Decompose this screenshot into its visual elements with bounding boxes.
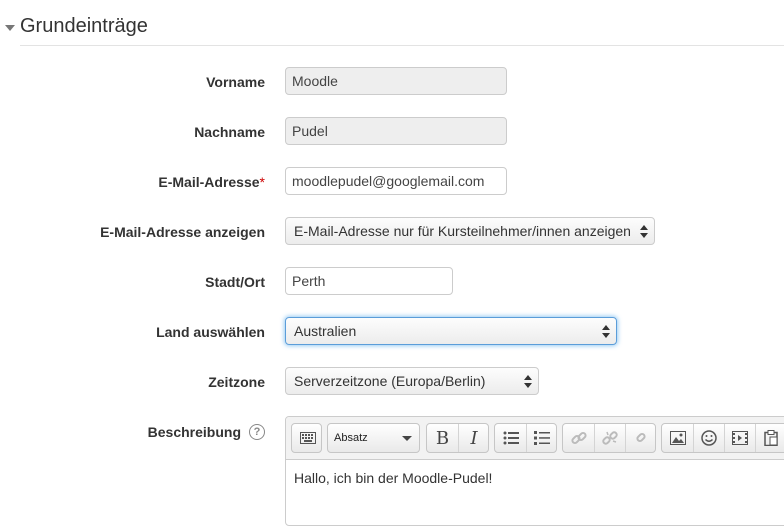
paragraph-style-select[interactable]: Absatz <box>327 423 420 453</box>
maildisplay-label: E-Mail-Adresse anzeigen <box>100 224 265 240</box>
bold-icon[interactable]: B <box>427 424 458 452</box>
paragraph-style-label: Absatz <box>334 432 368 444</box>
country-select[interactable]: Australien <box>285 317 617 345</box>
ordered-list-icon[interactable] <box>526 424 557 452</box>
section-header[interactable]: Grundeinträge <box>0 10 784 46</box>
description-label: Beschreibung <box>147 424 241 440</box>
chevron-down-icon <box>402 436 412 441</box>
maildisplay-selected: E-Mail-Adresse nur für Kursteilnehmer/in… <box>294 223 631 239</box>
media-icon[interactable] <box>724 424 755 452</box>
italic-icon[interactable]: I <box>458 424 489 452</box>
email-label-text: E-Mail-Adresse <box>158 174 260 190</box>
toolbar-group-format: B I <box>426 423 489 453</box>
select-arrows-icon <box>602 325 610 338</box>
required-marker: * <box>259 174 265 190</box>
country-label: Land auswählen <box>156 324 265 340</box>
link-icon[interactable] <box>563 424 594 452</box>
select-arrows-icon <box>640 225 648 238</box>
city-input[interactable]: Perth <box>285 267 453 295</box>
firstname-input[interactable]: Moodle <box>285 67 507 95</box>
lastname-label: Nachname <box>194 124 265 140</box>
paste-icon[interactable] <box>755 424 784 452</box>
description-editor[interactable]: Absatz B I Hallo, ich bin der Moodle-Pud… <box>285 416 784 526</box>
keyboard-icon[interactable] <box>292 424 323 452</box>
select-arrows-icon <box>524 375 532 388</box>
editor-content[interactable]: Hallo, ich bin der Moodle-Pudel! <box>294 470 492 486</box>
editor-toolbar: Absatz B I <box>286 417 784 460</box>
section-title: Grundeinträge <box>20 15 148 37</box>
country-selected: Australien <box>294 323 357 339</box>
toolbar-group-lists <box>494 423 557 453</box>
unlink-icon[interactable] <box>594 424 625 452</box>
timezone-select[interactable]: Serverzeitzone (Europa/Berlin) <box>285 367 539 395</box>
section-divider <box>20 45 784 46</box>
maildisplay-select[interactable]: E-Mail-Adresse nur für Kursteilnehmer/in… <box>285 217 655 245</box>
timezone-label: Zeitzone <box>208 374 265 390</box>
timezone-selected: Serverzeitzone (Europa/Berlin) <box>294 373 486 389</box>
emoticon-icon[interactable] <box>693 424 724 452</box>
toolbar-group-collapse <box>291 423 322 453</box>
question-circle-icon[interactable]: ? <box>249 424 265 440</box>
email-label: E-Mail-Adresse* <box>158 174 265 190</box>
firstname-label: Vorname <box>206 74 265 90</box>
toolbar-group-links <box>562 423 656 453</box>
lastname-input[interactable]: Pudel <box>285 117 507 145</box>
toolbar-group-insert <box>661 423 784 453</box>
image-icon[interactable] <box>662 424 693 452</box>
email-input[interactable]: moodlepudel@googlemail.com <box>285 167 507 195</box>
unordered-list-icon[interactable] <box>495 424 526 452</box>
anchor-icon[interactable] <box>625 424 656 452</box>
collapse-caret-icon[interactable] <box>5 25 15 31</box>
city-label: Stadt/Ort <box>205 274 265 290</box>
